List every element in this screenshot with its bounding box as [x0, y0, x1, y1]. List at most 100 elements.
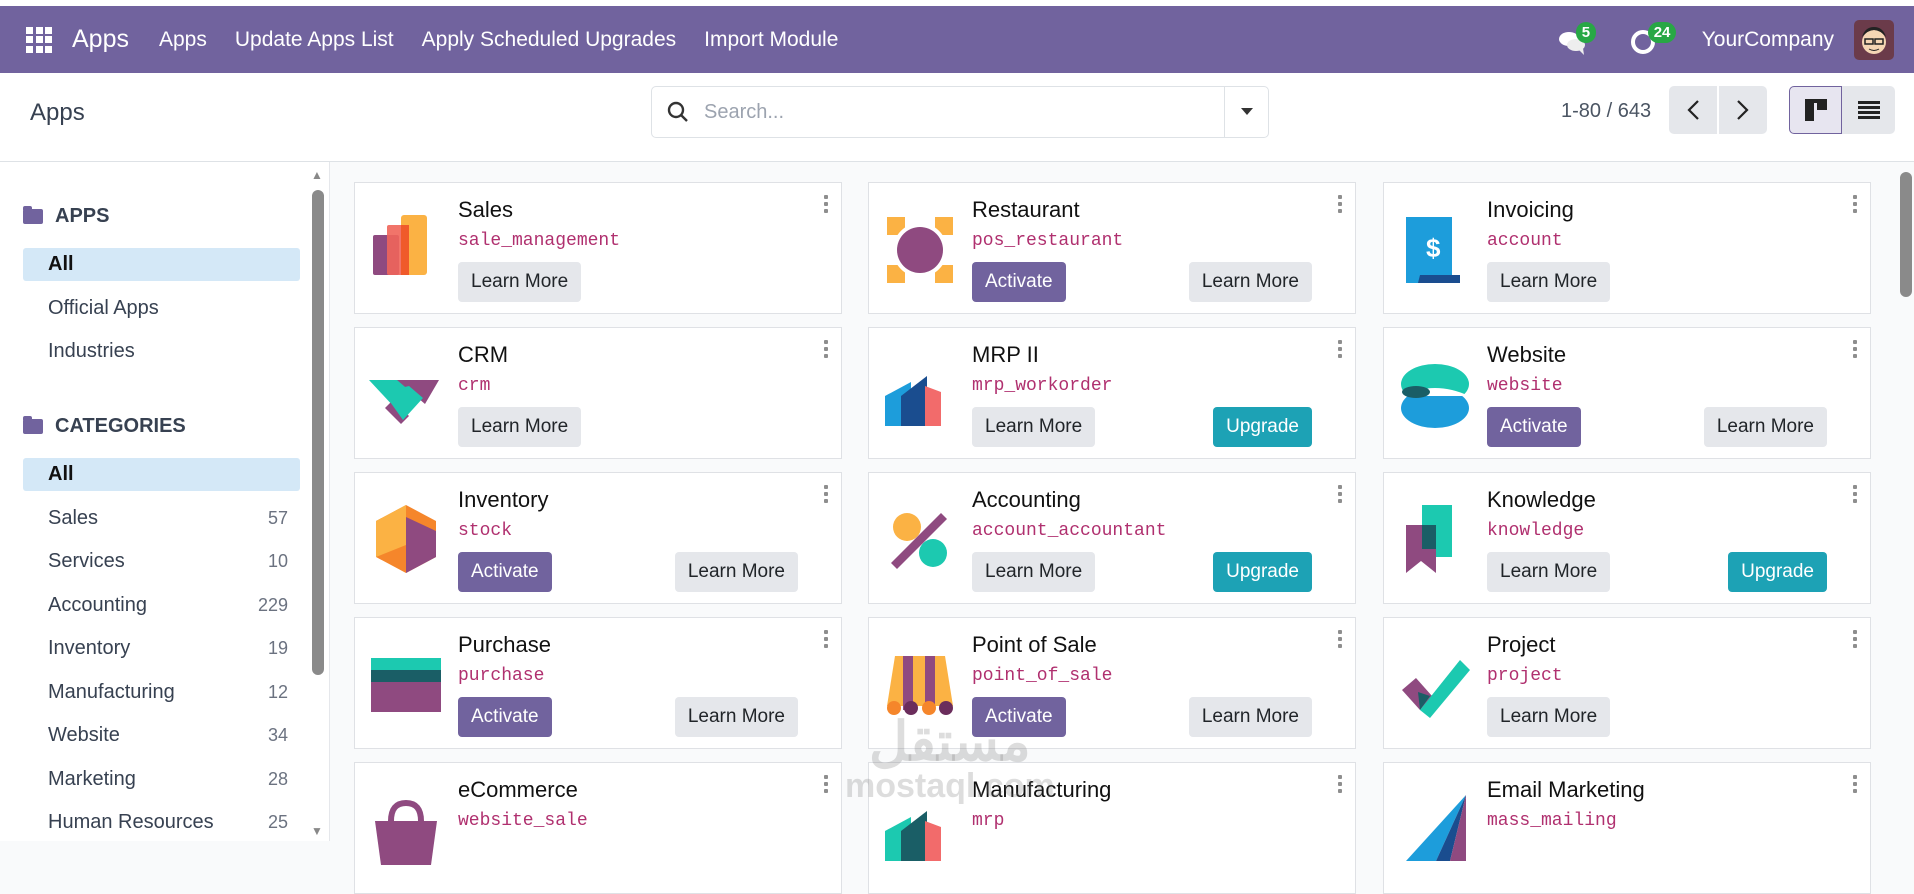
user-avatar[interactable] — [1854, 19, 1894, 60]
app-card-website[interactable]: Website website Activate Learn More — [1383, 327, 1871, 459]
scroll-up-arrow[interactable]: ▲ — [311, 168, 323, 182]
search-input[interactable] — [704, 100, 1224, 124]
card-menu-dots-icon[interactable] — [824, 775, 828, 793]
learn-button[interactable]: Learn More — [972, 552, 1096, 592]
learn-button[interactable]: Learn More — [1487, 552, 1611, 592]
main-scrollbar[interactable] — [1900, 172, 1912, 297]
learn-button[interactable]: Learn More — [972, 407, 1096, 447]
card-menu-dots-icon[interactable] — [1853, 195, 1857, 213]
app-name: Point of Sale — [972, 632, 1097, 657]
category-filter-manufacturing[interactable]: Manufacturing 12 — [23, 676, 300, 709]
kanban-view-button[interactable] — [1789, 86, 1842, 134]
app-card-point_of_sale[interactable]: Point of Sale point_of_sale Activate Learn … — [868, 617, 1356, 749]
card-menu-dots-icon[interactable] — [1338, 195, 1342, 213]
activities-button[interactable]: 24 — [1630, 20, 1677, 60]
app-card-website_sale[interactable]: eCommerce website_sale — [354, 762, 842, 894]
crm-app-icon — [369, 380, 439, 424]
category-filter-website[interactable]: Website 34 — [23, 719, 300, 752]
apps-filter-official-apps[interactable]: Official Apps — [23, 292, 300, 325]
filter-label: Website — [48, 724, 120, 746]
card-menu-dots-icon[interactable] — [824, 630, 828, 648]
app-card-knowledge[interactable]: Knowledge knowledge Learn More Upgrade — [1383, 472, 1871, 604]
list-view-button[interactable] — [1842, 86, 1895, 134]
app-name: CRM — [458, 342, 509, 367]
app-card-account[interactable]: $ Invoicing account Learn More — [1383, 182, 1871, 314]
nav-update-apps-list[interactable]: Update Apps List — [235, 28, 394, 52]
card-menu-dots-icon[interactable] — [1338, 775, 1342, 793]
filter-count: 19 — [267, 638, 288, 658]
nav-import-module[interactable]: Import Module — [704, 28, 838, 52]
activate-button[interactable]: Activate — [1487, 407, 1581, 447]
category-filter-inventory[interactable]: Inventory 19 — [23, 632, 300, 665]
upgrade-button[interactable]: Upgrade — [1728, 552, 1827, 592]
category-filter-marketing[interactable]: Marketing 28 — [23, 763, 300, 796]
app-card-purchase[interactable]: Purchase purchase Activate Learn More — [354, 617, 842, 749]
card-menu-dots-icon[interactable] — [1853, 775, 1857, 793]
app-card-mrp[interactable]: Manufacturing mrp — [868, 762, 1356, 894]
navbar-brand[interactable]: Apps — [72, 25, 129, 54]
search-options-toggle[interactable] — [1224, 87, 1268, 137]
folder-icon — [23, 206, 43, 224]
category-filter-all[interactable]: All — [23, 458, 300, 491]
card-menu-dots-icon[interactable] — [1853, 340, 1857, 358]
category-filter-sales[interactable]: Sales 57 — [23, 502, 300, 535]
pager-next-button[interactable] — [1719, 86, 1767, 134]
activate-button[interactable]: Activate — [972, 697, 1066, 737]
mrp2-app-icon — [885, 376, 941, 426]
activate-button[interactable]: Activate — [458, 552, 552, 592]
learn-button[interactable]: Learn More — [458, 262, 582, 302]
card-menu-dots-icon[interactable] — [1853, 630, 1857, 648]
activate-button[interactable]: Activate — [458, 697, 552, 737]
learn-button[interactable]: Learn More — [1487, 262, 1611, 302]
card-menu-dots-icon[interactable] — [1338, 630, 1342, 648]
messages-button[interactable]: 5 — [1558, 20, 1598, 60]
apps-filter-all[interactable]: All — [23, 248, 300, 281]
upgrade-button[interactable]: Upgrade — [1213, 552, 1312, 592]
category-filter-accounting[interactable]: Accounting 229 — [23, 589, 300, 622]
card-menu-dots-icon[interactable] — [824, 195, 828, 213]
app-card-stock[interactable]: Inventory stock Activate Learn More — [354, 472, 842, 604]
nav-apps[interactable]: Apps — [159, 28, 207, 52]
app-technical-name: account — [1487, 231, 1563, 251]
categories-section-header: CATEGORIES — [23, 415, 186, 438]
app-menu-grid-icon[interactable] — [26, 26, 52, 53]
chevron-right-icon — [1737, 100, 1749, 120]
sidebar-scrollbar[interactable] — [312, 190, 324, 675]
learn-button[interactable]: Learn More — [1188, 262, 1312, 302]
breadcrumb: Apps — [30, 99, 85, 126]
search-icon — [667, 101, 688, 122]
learn-button[interactable]: Learn More — [674, 697, 798, 737]
app-name: Purchase — [458, 632, 551, 657]
company-switcher[interactable]: YourCompany — [1702, 28, 1834, 52]
app-card-project[interactable]: Project project Learn More — [1383, 617, 1871, 749]
app-card-account_accountant[interactable]: Accounting account_accountant Learn More Up… — [868, 472, 1356, 604]
app-technical-name: pos_restaurant — [972, 231, 1124, 251]
upgrade-button[interactable]: Upgrade — [1213, 407, 1312, 447]
categories-header-label: CATEGORIES — [55, 415, 186, 437]
card-menu-dots-icon[interactable] — [1853, 485, 1857, 503]
activate-button[interactable]: Activate — [972, 262, 1066, 302]
apps-section-header: APPS — [23, 205, 109, 228]
card-menu-dots-icon[interactable] — [824, 340, 828, 358]
app-card-pos_restaurant[interactable]: Restaurant pos_restaurant Activate Learn Mo… — [868, 182, 1356, 314]
app-card-mass_mailing[interactable]: Email Marketing mass_mailing — [1383, 762, 1871, 894]
app-card-crm[interactable]: CRM crm Learn More — [354, 327, 842, 459]
pager-previous-button[interactable] — [1669, 86, 1717, 134]
card-menu-dots-icon[interactable] — [824, 485, 828, 503]
pager-value[interactable]: 1-80 / 643 — [1561, 100, 1651, 123]
category-filter-services[interactable]: Services 10 — [23, 545, 300, 578]
card-menu-dots-icon[interactable] — [1338, 340, 1342, 358]
learn-button[interactable]: Learn More — [1188, 697, 1312, 737]
learn-button[interactable]: Learn More — [1487, 697, 1611, 737]
learn-button[interactable]: Learn More — [674, 552, 798, 592]
app-card-sale_management[interactable]: Sales sale_management Learn More — [354, 182, 842, 314]
learn-button[interactable]: Learn More — [458, 407, 582, 447]
filter-count: 34 — [267, 725, 288, 745]
learn-button[interactable]: Learn More — [1703, 407, 1827, 447]
card-menu-dots-icon[interactable] — [1338, 485, 1342, 503]
app-card-mrp_workorder[interactable]: MRP II mrp_workorder Learn More Upgrade — [868, 327, 1356, 459]
scroll-down-arrow[interactable]: ▼ — [311, 824, 323, 838]
category-filter-human-resources[interactable]: Human Resources 25 — [23, 806, 300, 839]
nav-apply-scheduled-upgrades[interactable]: Apply Scheduled Upgrades — [422, 28, 677, 52]
apps-filter-industries[interactable]: Industries — [23, 335, 300, 368]
